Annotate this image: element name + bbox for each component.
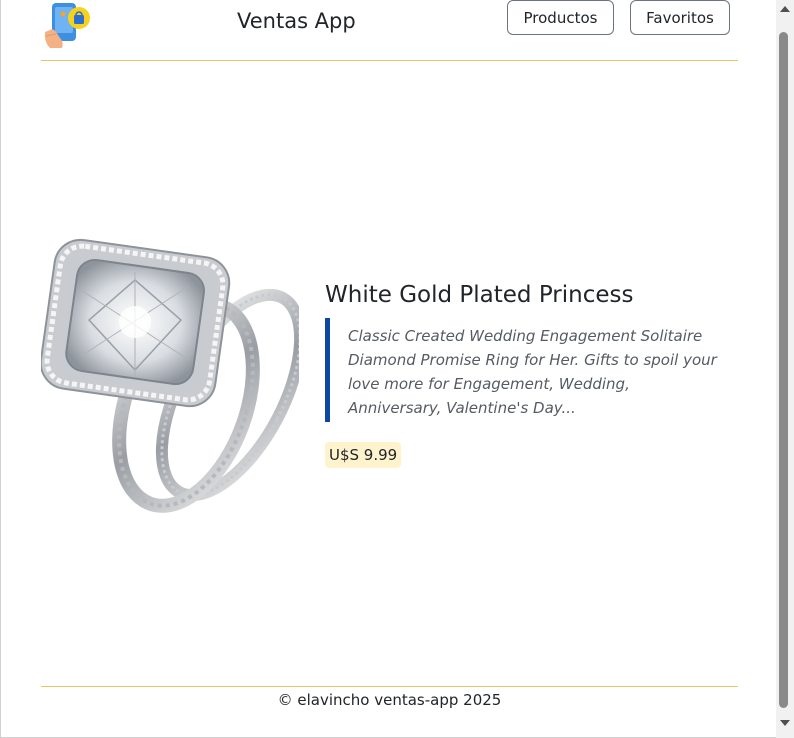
- footer-copyright: © elavincho ventas-app 2025: [277, 691, 502, 709]
- app-title: Ventas App: [237, 9, 356, 33]
- app-header: Ventas App Productos Favoritos: [41, 0, 738, 61]
- app-footer: © elavincho ventas-app 2025: [41, 686, 738, 709]
- scroll-up-arrow-icon[interactable]: [780, 6, 790, 12]
- page-frame: Ventas App Productos Favoritos White Gol…: [0, 0, 776, 738]
- shopping-app-logo-icon[interactable]: [42, 2, 92, 50]
- price-badge: U$S 9.99: [325, 442, 402, 468]
- vertical-scrollbar[interactable]: [776, 0, 794, 738]
- scrollbar-thumb[interactable]: [779, 32, 788, 708]
- product-title: White Gold Plated Princess: [325, 282, 634, 308]
- scroll-down-arrow-icon[interactable]: [780, 720, 790, 726]
- productos-button[interactable]: Productos: [507, 0, 614, 35]
- product-description: Classic Created Wedding Engagement Solit…: [325, 318, 725, 422]
- ring-image: [41, 238, 299, 513]
- favoritos-button[interactable]: Favoritos: [630, 0, 730, 35]
